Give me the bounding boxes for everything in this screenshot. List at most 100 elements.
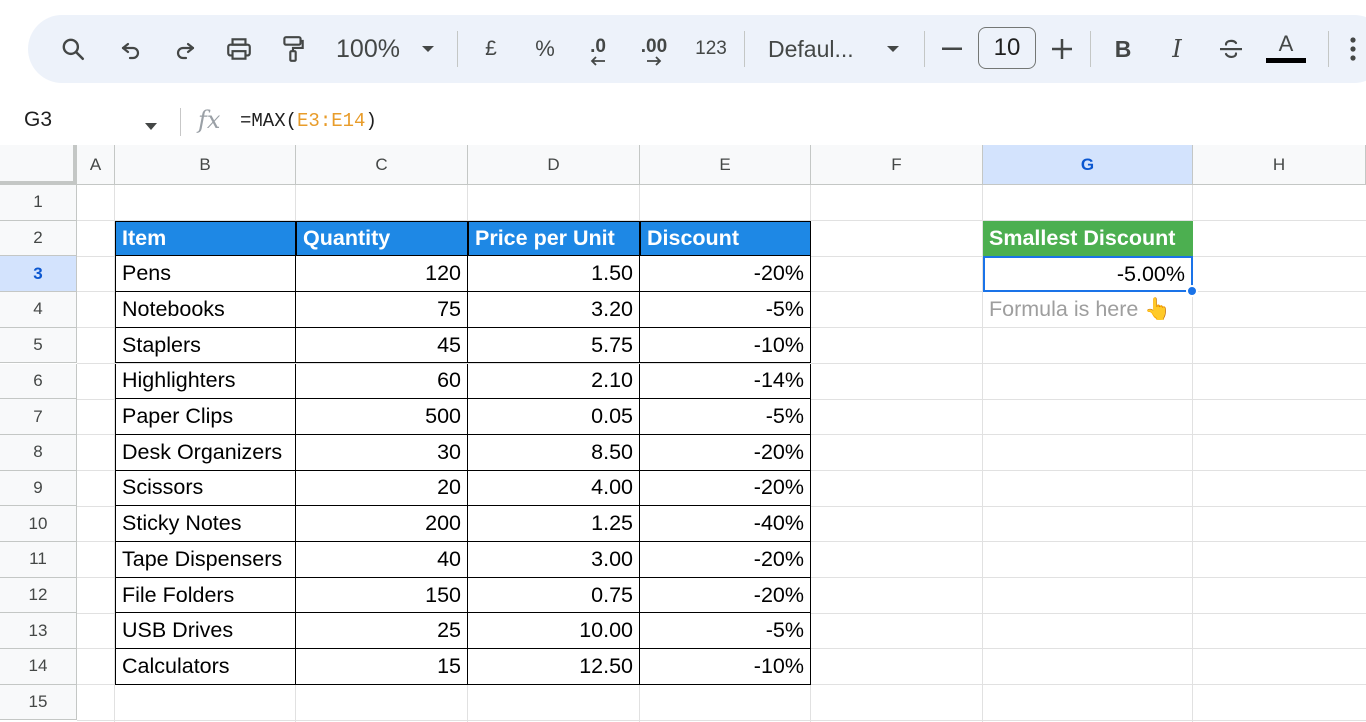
more-formats-button[interactable]: 123 (692, 15, 730, 83)
value-cell[interactable]: 2.10 (468, 363, 640, 400)
currency-button[interactable]: £ (478, 15, 504, 83)
minus-icon[interactable] (940, 15, 964, 83)
item-cell[interactable]: Highlighters (115, 363, 296, 400)
value-cell[interactable]: 3.00 (468, 542, 640, 578)
item-cell[interactable]: USB Drives (115, 613, 296, 650)
value-cell[interactable]: -5% (640, 613, 811, 650)
value-cell[interactable]: -20% (640, 542, 811, 578)
select-all-corner[interactable] (0, 145, 77, 185)
value-cell[interactable]: 4.00 (468, 470, 640, 507)
column-header-f[interactable]: F (811, 145, 983, 185)
column-header-h[interactable]: H (1193, 145, 1366, 185)
decrease-decimal-button[interactable]: .0 (580, 15, 616, 83)
chevron-down-icon[interactable] (883, 15, 903, 83)
value-cell[interactable]: 150 (296, 577, 468, 614)
chevron-down-icon[interactable] (418, 15, 438, 83)
value-cell[interactable]: -20% (640, 470, 811, 507)
undo-icon[interactable] (116, 15, 146, 83)
zoom-select[interactable]: 100% (334, 15, 402, 83)
value-cell[interactable]: -20% (640, 434, 811, 471)
item-cell[interactable]: Notebooks (115, 292, 296, 328)
redo-icon[interactable] (170, 15, 200, 83)
value-cell[interactable]: 30 (296, 434, 468, 471)
value-cell[interactable]: -10% (640, 327, 811, 364)
search-icon[interactable] (56, 15, 90, 83)
value-cell[interactable]: -20% (640, 256, 811, 293)
row-header-1[interactable]: 1 (0, 185, 77, 221)
item-cell[interactable]: Pens (115, 256, 296, 293)
font-select[interactable]: Defaul... (768, 15, 866, 83)
item-cell[interactable]: File Folders (115, 577, 296, 614)
value-cell[interactable]: 40 (296, 542, 468, 578)
value-cell[interactable]: -20% (640, 577, 811, 614)
column-header-a[interactable]: A (77, 145, 115, 185)
italic-button[interactable]: I (1164, 15, 1190, 83)
value-cell[interactable]: -14% (640, 363, 811, 400)
item-cell[interactable]: Paper Clips (115, 399, 296, 435)
name-box[interactable]: G3 (24, 108, 52, 132)
table-header-cell[interactable]: Quantity (296, 220, 468, 257)
row-header-7[interactable]: 7 (0, 399, 77, 435)
result-header-cell[interactable]: Smallest Discount (983, 220, 1193, 257)
row-header-4[interactable]: 4 (0, 292, 77, 328)
bold-button[interactable]: B (1110, 15, 1136, 83)
fill-handle[interactable] (1186, 285, 1198, 298)
item-cell[interactable]: Scissors (115, 470, 296, 507)
value-cell[interactable]: 15 (296, 649, 468, 685)
table-header-cell[interactable]: Price per Unit (468, 220, 640, 257)
value-cell[interactable]: 12.50 (468, 649, 640, 685)
value-cell[interactable]: 3.20 (468, 292, 640, 328)
row-header-11[interactable]: 11 (0, 542, 77, 578)
row-header-8[interactable]: 8 (0, 434, 77, 471)
item-cell[interactable]: Tape Dispensers (115, 542, 296, 578)
value-cell[interactable]: -40% (640, 506, 811, 542)
item-cell[interactable]: Desk Organizers (115, 434, 296, 471)
item-cell[interactable]: Staplers (115, 327, 296, 364)
value-cell[interactable]: -5% (640, 399, 811, 435)
value-cell[interactable]: 10.00 (468, 613, 640, 650)
row-header-13[interactable]: 13 (0, 613, 77, 650)
value-cell[interactable]: 0.05 (468, 399, 640, 435)
value-cell[interactable]: 8.50 (468, 434, 640, 471)
hint-text[interactable]: Formula is here 👆 (983, 292, 1193, 328)
value-cell[interactable]: 45 (296, 327, 468, 364)
row-header-2[interactable]: 2 (0, 220, 77, 257)
item-cell[interactable]: Sticky Notes (115, 506, 296, 542)
strikethrough-icon[interactable] (1216, 15, 1246, 83)
table-header-cell[interactable]: Item (115, 220, 296, 257)
plus-icon[interactable] (1050, 15, 1074, 83)
spreadsheet-grid[interactable]: A B C D E F G H 1 2 3 4 5 6 7 8 9 10 11 12 13 14 15 Item Quantit… (0, 145, 1366, 722)
more-vert-icon[interactable] (1346, 15, 1360, 83)
item-cell[interactable]: Calculators (115, 649, 296, 685)
value-cell[interactable]: 1.50 (468, 256, 640, 293)
row-header-6[interactable]: 6 (0, 363, 77, 400)
value-cell[interactable]: -5% (640, 292, 811, 328)
row-header-15[interactable]: 15 (0, 684, 77, 721)
font-size-input[interactable]: 10 (978, 27, 1036, 69)
increase-decimal-button[interactable]: .00 (634, 15, 674, 83)
chevron-down-icon[interactable] (144, 118, 158, 136)
result-value-cell[interactable]: -5.00% (983, 256, 1193, 293)
column-header-e[interactable]: E (640, 145, 811, 185)
row-header-9[interactable]: 9 (0, 470, 77, 507)
column-header-b[interactable]: B (115, 145, 296, 185)
column-header-g[interactable]: G (983, 145, 1193, 185)
value-cell[interactable]: 20 (296, 470, 468, 507)
value-cell[interactable]: 5.75 (468, 327, 640, 364)
value-cell[interactable]: -10% (640, 649, 811, 685)
column-header-d[interactable]: D (468, 145, 640, 185)
value-cell[interactable]: 75 (296, 292, 468, 328)
table-header-cell[interactable]: Discount (640, 220, 811, 257)
row-header-5[interactable]: 5 (0, 327, 77, 364)
value-cell[interactable]: 200 (296, 506, 468, 542)
value-cell[interactable]: 0.75 (468, 577, 640, 614)
value-cell[interactable]: 500 (296, 399, 468, 435)
percent-button[interactable]: % (532, 15, 558, 83)
row-header-12[interactable]: 12 (0, 577, 77, 614)
text-color-button[interactable]: A (1266, 15, 1306, 83)
value-cell[interactable]: 25 (296, 613, 468, 650)
value-cell[interactable]: 60 (296, 363, 468, 400)
print-icon[interactable] (222, 15, 256, 83)
value-cell[interactable]: 120 (296, 256, 468, 293)
row-header-14[interactable]: 14 (0, 649, 77, 685)
